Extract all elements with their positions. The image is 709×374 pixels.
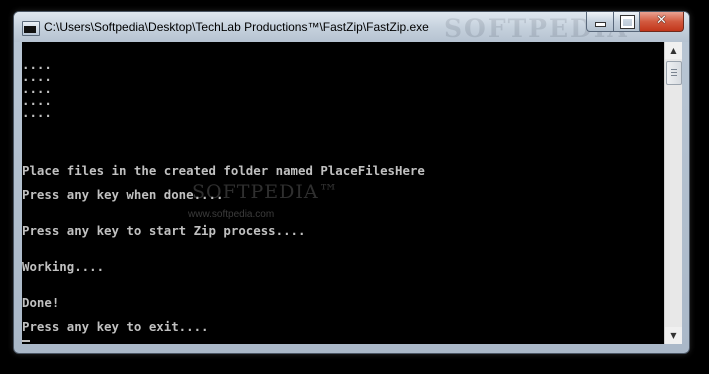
maximize-icon (620, 15, 635, 29)
scroll-thumb[interactable] (666, 61, 682, 85)
caption-buttons: ✕ (586, 12, 684, 32)
chevron-down-icon: ▼ (670, 331, 677, 340)
console-window: C:\Users\Softpedia\Desktop\TechLab Produ… (13, 11, 690, 354)
console-line: Press any key to exit.... (22, 319, 209, 334)
grip-line (671, 69, 677, 70)
grip-line (671, 75, 677, 76)
console-line: Done! (22, 295, 60, 310)
console-line: Place files in the created folder named … (22, 163, 425, 178)
chevron-up-icon: ▲ (670, 46, 677, 55)
console-line: Working.... (22, 259, 105, 274)
close-icon: ✕ (656, 13, 667, 28)
scroll-up-button[interactable]: ▲ (665, 42, 682, 59)
vertical-scrollbar[interactable]: ▲ ▼ (664, 42, 682, 344)
close-button[interactable]: ✕ (640, 12, 684, 32)
softpedia-watermark-logo: SOFTPEDIA™ (192, 181, 339, 203)
grip-line (671, 72, 677, 73)
maximize-button[interactable] (614, 12, 640, 32)
minimize-icon (595, 22, 606, 27)
text-cursor (22, 340, 30, 342)
console-output[interactable]: .... .... .... .... .... Place files in … (22, 42, 664, 344)
minimize-button[interactable] (586, 12, 614, 32)
console-line: Press any key to start Zip process.... (22, 223, 306, 238)
console-line: .... (22, 105, 52, 120)
scroll-down-button[interactable]: ▼ (665, 327, 682, 344)
softpedia-watermark-url: www.softpedia.com (188, 209, 275, 220)
console-app-icon[interactable] (22, 21, 40, 36)
window-title: C:\Users\Softpedia\Desktop\TechLab Produ… (44, 20, 429, 34)
title-bar[interactable]: C:\Users\Softpedia\Desktop\TechLab Produ… (14, 12, 689, 43)
